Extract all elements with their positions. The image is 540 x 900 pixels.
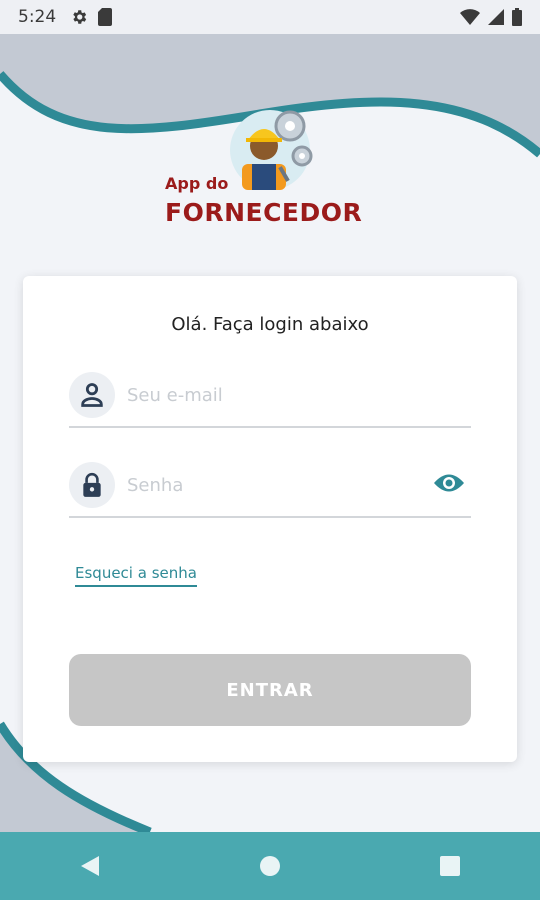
navigation-bar: [0, 832, 540, 900]
status-bar: 5:24: [0, 0, 540, 34]
battery-icon: [512, 8, 522, 26]
email-input[interactable]: [125, 378, 429, 412]
user-icon: [69, 372, 115, 418]
sd-card-icon: [98, 8, 113, 26]
logo-line1: App do: [165, 174, 229, 193]
back-icon[interactable]: [70, 846, 110, 886]
lock-icon: [69, 462, 115, 508]
logo-line2: FORNECEDOR: [165, 198, 363, 227]
status-icons-right: [460, 8, 522, 26]
login-button[interactable]: ENTRAR: [69, 654, 471, 726]
gear-icon: [73, 10, 87, 24]
status-time: 5:24: [18, 7, 57, 27]
worker-gears-illustration: [230, 110, 313, 190]
wifi-icon: [460, 9, 480, 25]
app-logo: App do FORNECEDOR: [160, 104, 390, 234]
login-title: Olá. Faça login abaixo: [171, 314, 369, 335]
signal-icon: [488, 9, 504, 25]
password-input[interactable]: [125, 468, 429, 502]
login-card: Olá. Faça login abaixo Esquec: [23, 276, 517, 762]
eye-icon[interactable]: [433, 470, 465, 498]
email-field-row: [69, 366, 471, 428]
forgot-password-link[interactable]: Esqueci a senha: [75, 564, 197, 587]
home-icon[interactable]: [250, 846, 290, 886]
password-field-row: [69, 456, 471, 518]
status-icons-left: [70, 8, 113, 26]
recents-icon[interactable]: [430, 846, 470, 886]
